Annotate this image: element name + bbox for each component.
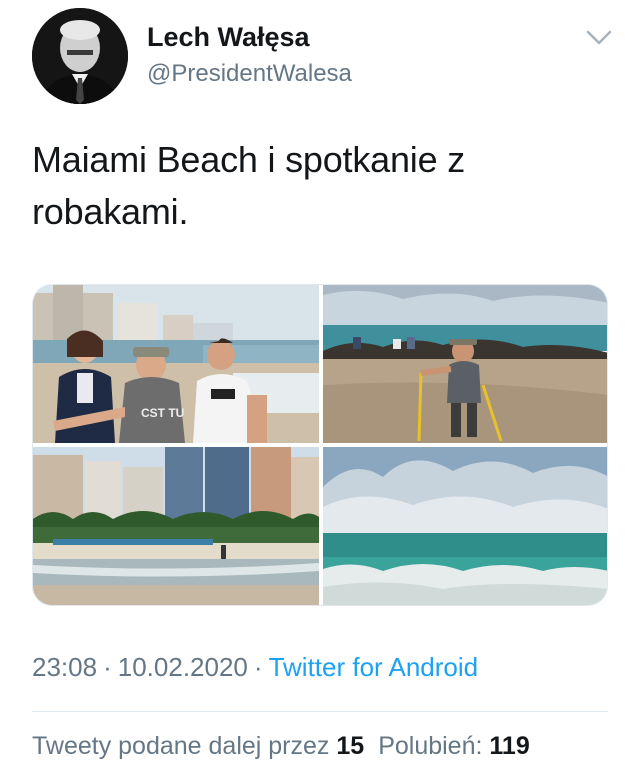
photo-hotels-beach[interactable] [33, 447, 319, 605]
likes-label: Polubień: [378, 732, 483, 760]
avatar[interactable] [32, 8, 128, 104]
retweets-count: 15 [336, 732, 365, 760]
portrait-avatar-icon [32, 8, 128, 104]
chevron-down-icon [586, 30, 612, 45]
tweet-menu-button[interactable] [584, 26, 614, 50]
tweet-text: Maiami Beach i spotkanie z robakami. [32, 134, 592, 238]
meta-separator: · [253, 652, 263, 682]
likes-stat[interactable]: Polubień: 119 [378, 732, 530, 760]
meta-separator: · [103, 652, 112, 682]
author-display-name[interactable]: Lech Wałęsa [147, 22, 310, 53]
tweet-date: 10.02.2020 [117, 652, 248, 682]
tweet-source-link[interactable]: Twitter for Android [269, 652, 479, 682]
tweet-time: 23:08 [32, 652, 98, 682]
tweet-meta: 23:08 · 10.02.2020 · Twitter for Android [32, 652, 478, 683]
divider [32, 711, 608, 712]
tweet-text-line-2: robakami. [32, 191, 189, 232]
author-handle[interactable]: @PresidentWalesa [147, 60, 352, 88]
photo-ocean-waves[interactable] [323, 447, 607, 605]
media-grid: CST TU [32, 284, 608, 606]
tweet-text-line-1: Maiami Beach i spotkanie z [32, 139, 466, 180]
shirt-text: CST TU [141, 406, 184, 420]
retweets-label: Tweety podane dalej przez [32, 732, 330, 760]
tweet-stats: Tweety podane dalej przez 15 Polubień: 11… [32, 732, 530, 761]
photo-group-beach[interactable]: CST TU [33, 285, 319, 443]
likes-count: 119 [489, 732, 530, 760]
retweets-stat[interactable]: Tweety podane dalej przez 15 [32, 732, 364, 760]
photo-man-walking-poles[interactable] [323, 285, 607, 443]
